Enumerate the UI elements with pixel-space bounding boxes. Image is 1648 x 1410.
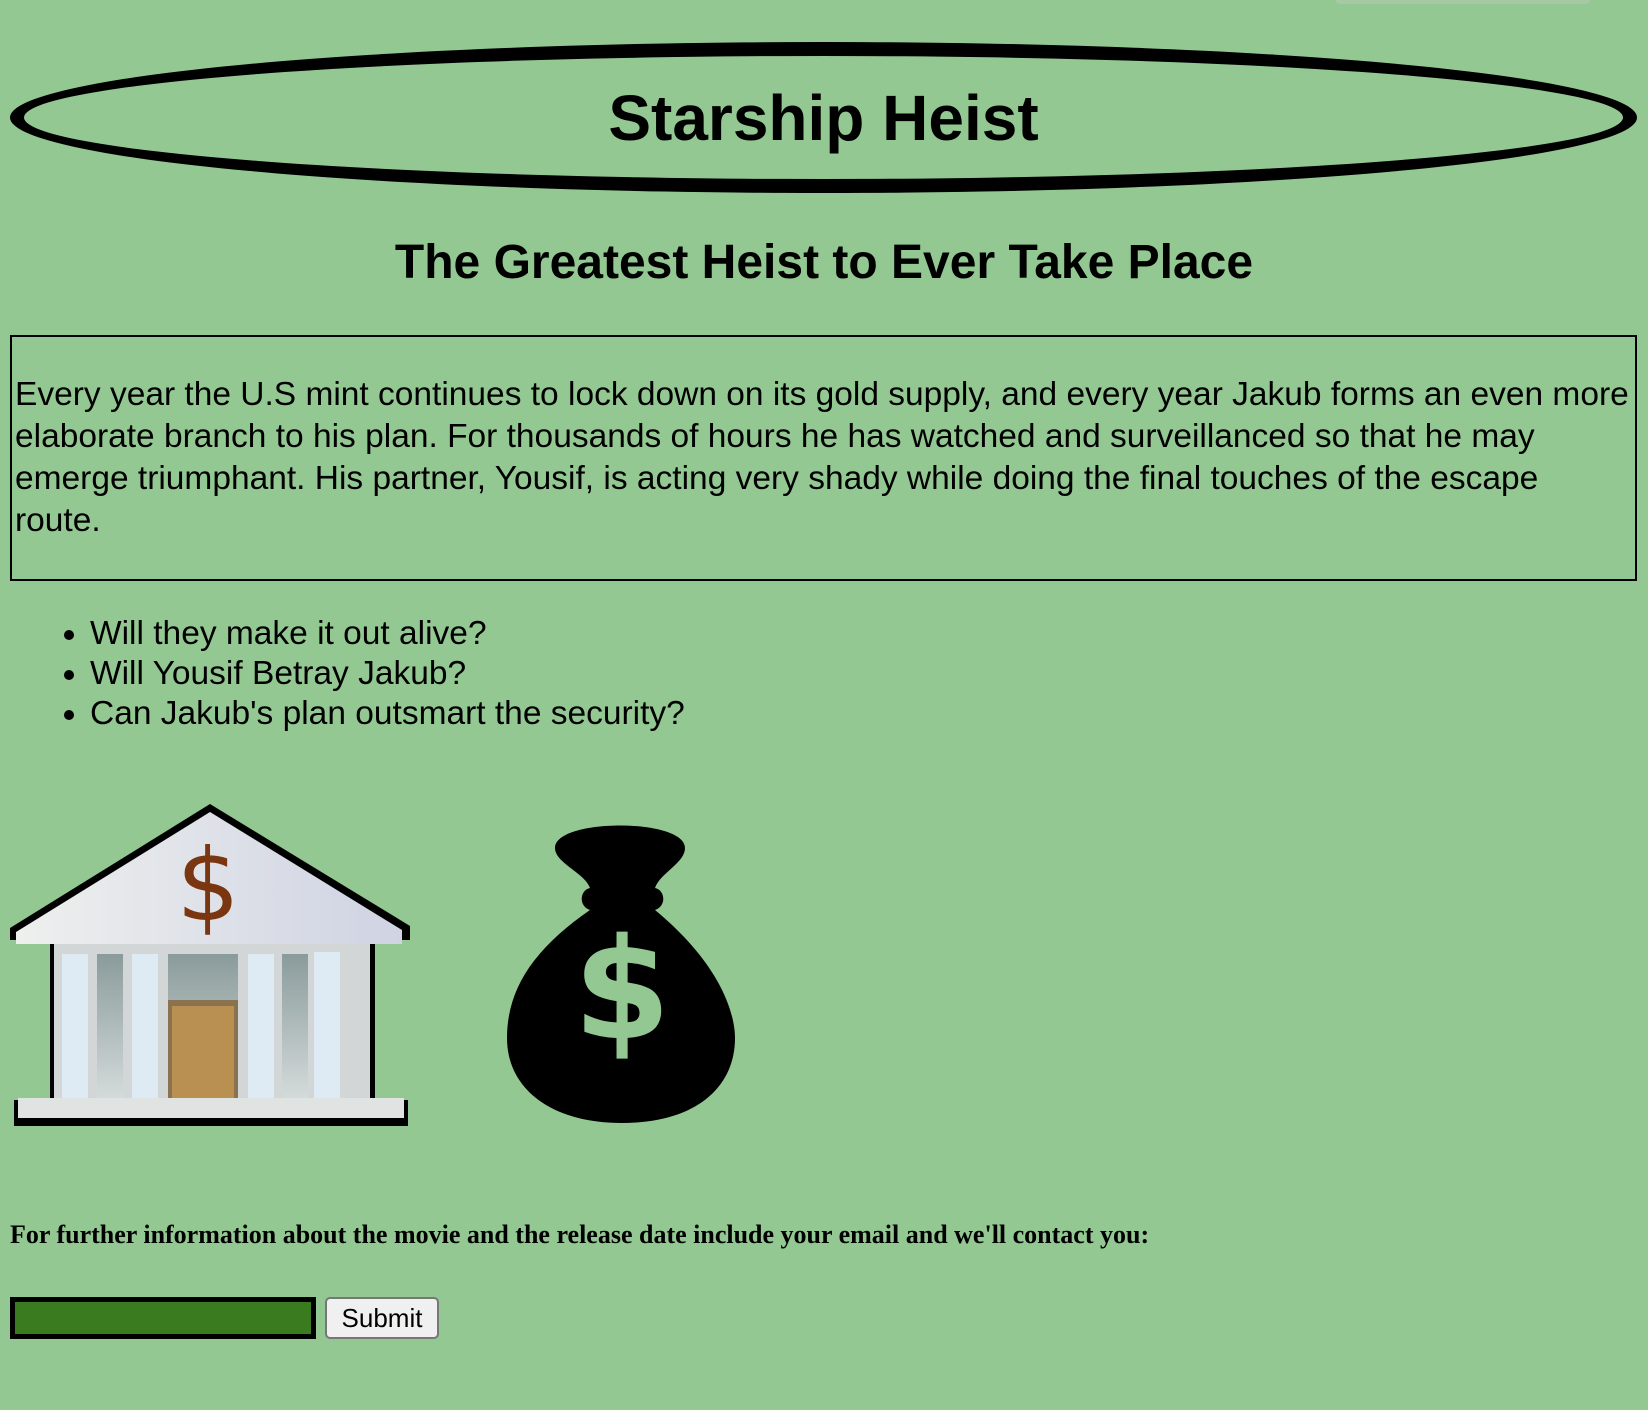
bank-icon: $ xyxy=(10,804,410,1126)
money-bag-icon: $ xyxy=(507,825,735,1123)
signup-prompt: For further information about the movie … xyxy=(10,1220,1150,1249)
bank-dollar-sign: $ xyxy=(176,827,240,944)
list-item: Can Jakub's plan outsmart the security? xyxy=(90,694,685,734)
email-input[interactable] xyxy=(10,1297,316,1339)
title-banner: Starship Heist xyxy=(10,42,1637,193)
question-list: Will they make it out alive? Will Yousif… xyxy=(0,614,685,734)
submit-button[interactable]: Submit xyxy=(325,1297,439,1339)
list-item: Will Yousif Betray Jakub? xyxy=(90,654,685,694)
list-item: Will they make it out alive? xyxy=(90,614,685,654)
bag-dollar-sign: $ xyxy=(573,909,670,1072)
synopsis-box: Every year the U.S mint continues to loc… xyxy=(10,335,1637,581)
page-subtitle: The Greatest Heist to Ever Take Place xyxy=(394,236,1254,289)
page-title: Starship Heist xyxy=(608,81,1039,154)
top-edge-bar xyxy=(1335,0,1590,4)
synopsis-text: Every year the U.S mint continues to loc… xyxy=(15,376,1629,539)
